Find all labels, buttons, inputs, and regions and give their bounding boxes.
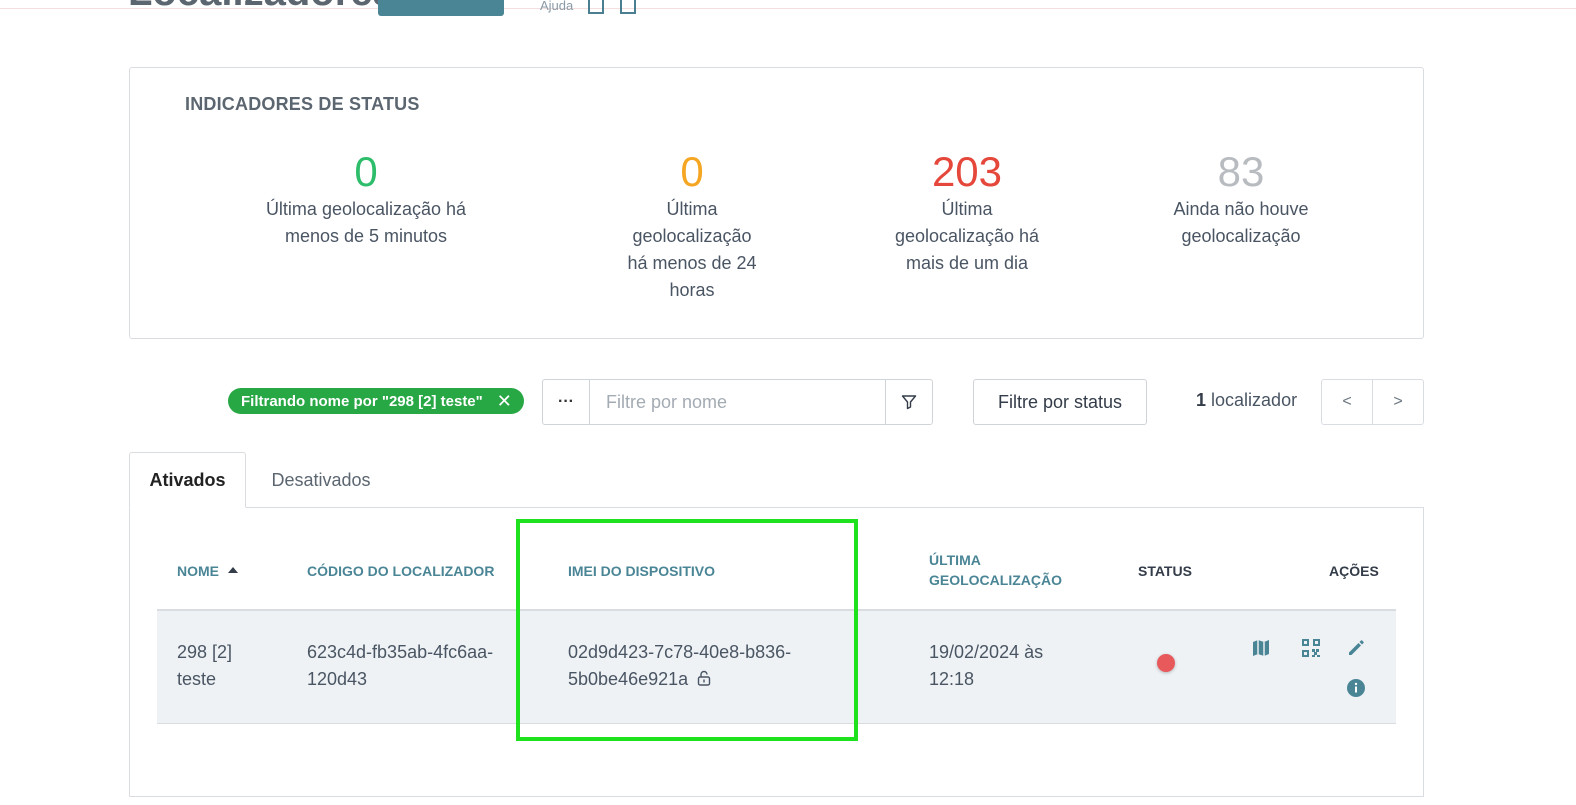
imei-value: 02d9d423-7c78-40e8-b836-5b0be46e921a (568, 642, 792, 689)
cell-code: 623c4d-fb35ab-4fc6aa-120d43 (307, 642, 494, 689)
result-count: 1 localizador (1196, 390, 1297, 411)
status-dot-offline (1157, 654, 1175, 672)
filter-chip-label: Filtrando nome por "298 [2] teste" (241, 392, 483, 410)
indicator-value: 83 (1217, 148, 1265, 195)
column-header-last-geo[interactable]: ÚLTIMA GEOLOCALIZAÇÃO (929, 550, 1079, 590)
column-header-code[interactable]: CÓDIGO DO LOCALIZADOR (307, 561, 494, 581)
cell-name: 298 [2] teste (177, 642, 233, 689)
column-header-status: STATUS (1138, 563, 1192, 579)
cell-last-geo: 19/02/2024 às 12:18 (929, 642, 1044, 689)
more-options-button[interactable]: ··· (543, 380, 590, 424)
close-icon[interactable]: ✕ (497, 391, 512, 412)
indicator-never: 83 Ainda não houve geolocalização (1111, 148, 1371, 250)
status-indicators-card: INDICADORES DE STATUS 0 Última geolocali… (129, 67, 1424, 339)
tab-desativados[interactable]: Desativados (246, 452, 396, 508)
column-header-name[interactable]: NOME (177, 561, 238, 581)
result-count-value: 1 (1196, 390, 1207, 410)
indicator-value: 0 (354, 148, 378, 195)
column-header-actions: AÇÕES (1329, 563, 1379, 579)
indicator-value: 203 (931, 148, 1003, 195)
info-icon[interactable] (1346, 678, 1366, 703)
name-search-group: ··· (542, 379, 933, 425)
indicator-recent-5min: 0 Última geolocalização há menos de 5 mi… (236, 148, 496, 250)
prev-page-button[interactable]: < (1322, 380, 1372, 424)
column-header-imei[interactable]: IMEI DO DISPOSITIVO (568, 561, 715, 581)
export-icon[interactable] (588, 0, 604, 14)
title-badge[interactable] (378, 0, 504, 16)
lock-open-icon (697, 670, 711, 686)
qr-code-icon[interactable] (1301, 638, 1321, 663)
filter-icon[interactable] (885, 380, 932, 424)
edit-pencil-icon[interactable] (1346, 638, 1366, 663)
indicator-label: Última geolocalização há mais de um dia (894, 199, 1040, 273)
import-icon[interactable] (620, 0, 636, 14)
indicator-recent-24h: 0 Última geolocalização há menos de 24 h… (562, 148, 822, 304)
sort-ascending-icon (228, 567, 238, 574)
column-header-label: NOME (177, 563, 219, 579)
status-filter-button[interactable]: Filtre por status (973, 379, 1147, 425)
help-link[interactable]: Ajuda (540, 0, 573, 13)
pagination: < > (1321, 379, 1424, 425)
page-title: Localizadores (128, 0, 395, 15)
status-heading: INDICADORES DE STATUS (185, 94, 420, 114)
active-filter-chip[interactable]: Filtrando nome por "298 [2] teste" ✕ (228, 388, 524, 414)
name-filter-input[interactable] (590, 380, 885, 424)
result-count-label: localizador (1211, 390, 1298, 410)
indicator-over-one-day: 203 Última geolocalização há mais de um … (837, 148, 1097, 277)
cell-imei: 02d9d423-7c78-40e8-b836-5b0be46e921a (568, 639, 808, 693)
indicator-value: 0 (680, 148, 704, 195)
tab-ativados[interactable]: Ativados (129, 452, 246, 508)
indicator-label: Última geolocalização há menos de 24 hor… (627, 199, 757, 300)
map-icon[interactable] (1251, 638, 1271, 663)
next-page-button[interactable]: > (1372, 380, 1423, 424)
indicator-label: Ainda não houve geolocalização (1173, 199, 1309, 246)
indicator-label: Última geolocalização há menos de 5 minu… (265, 199, 467, 246)
